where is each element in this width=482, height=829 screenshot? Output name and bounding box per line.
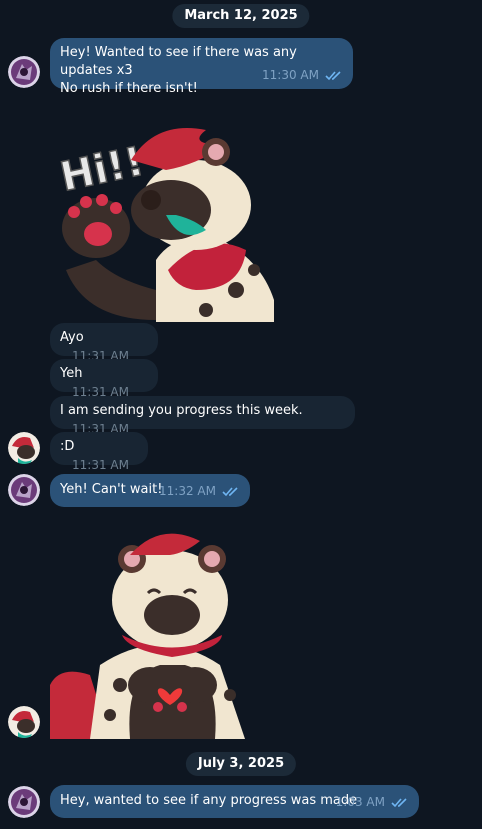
sticker-hyena-waving[interactable]: Hi!!	[56, 120, 276, 322]
message-time: 11:31 AM	[72, 458, 129, 472]
message-text: I am sending you progress this week.	[60, 403, 303, 418]
message-time-row: 11:30 AM	[262, 66, 343, 84]
message-bubble-outgoing[interactable]: Yeh! Can't wait! 11:32 AM	[50, 474, 250, 507]
message-bubble-incoming[interactable]: Yeh 11:31 AM	[50, 359, 158, 399]
message-bubble-outgoing[interactable]: Hey, wanted to see if any progress was m…	[50, 785, 419, 818]
user-avatar-icon	[8, 474, 40, 506]
message-text: Yeh! Can't wait!	[60, 482, 163, 497]
user-avatar-icon	[8, 56, 40, 88]
message-text: Ayo	[60, 330, 84, 345]
message-text: :D	[60, 439, 75, 454]
hyena-heart-sticker-icon	[50, 533, 245, 739]
message-text: Hey, wanted to see if any progress was m…	[60, 793, 358, 808]
avatar[interactable]	[8, 706, 40, 738]
sticker-hyena-heart[interactable]	[50, 525, 260, 739]
message-text: Yeh	[60, 366, 83, 381]
message-time-row: 1:03 AM	[336, 793, 409, 811]
avatar[interactable]	[8, 56, 40, 88]
double-check-icon	[391, 797, 407, 807]
date-separator: July 3, 2025	[185, 752, 297, 776]
hyena-waving-sticker-icon: Hi!!	[56, 128, 274, 322]
message-bubble-incoming[interactable]: :D 11:31 AM	[50, 432, 148, 472]
message-time: 11:30 AM	[262, 68, 319, 82]
message-bubble-incoming[interactable]: Ayo 11:31 AM	[50, 323, 158, 363]
date-separator: March 12, 2025	[172, 4, 310, 28]
double-check-icon	[325, 70, 341, 80]
message-time: 1:03 AM	[335, 795, 385, 809]
message-time: 11:32 AM	[159, 484, 216, 498]
message-time-row: 11:32 AM	[159, 482, 240, 500]
contact-avatar-icon	[8, 432, 40, 464]
avatar[interactable]	[8, 474, 40, 506]
avatar[interactable]	[8, 786, 40, 818]
svg-text:Hi!!: Hi!!	[56, 138, 147, 200]
message-bubble-outgoing[interactable]: Hey! Wanted to see if there was any upda…	[50, 38, 353, 96]
user-avatar-icon	[8, 786, 40, 818]
avatar[interactable]	[8, 432, 40, 464]
message-bubble-incoming[interactable]: I am sending you progress this week. 11:…	[50, 396, 355, 436]
contact-avatar-icon	[8, 706, 40, 738]
double-check-icon	[222, 486, 238, 496]
